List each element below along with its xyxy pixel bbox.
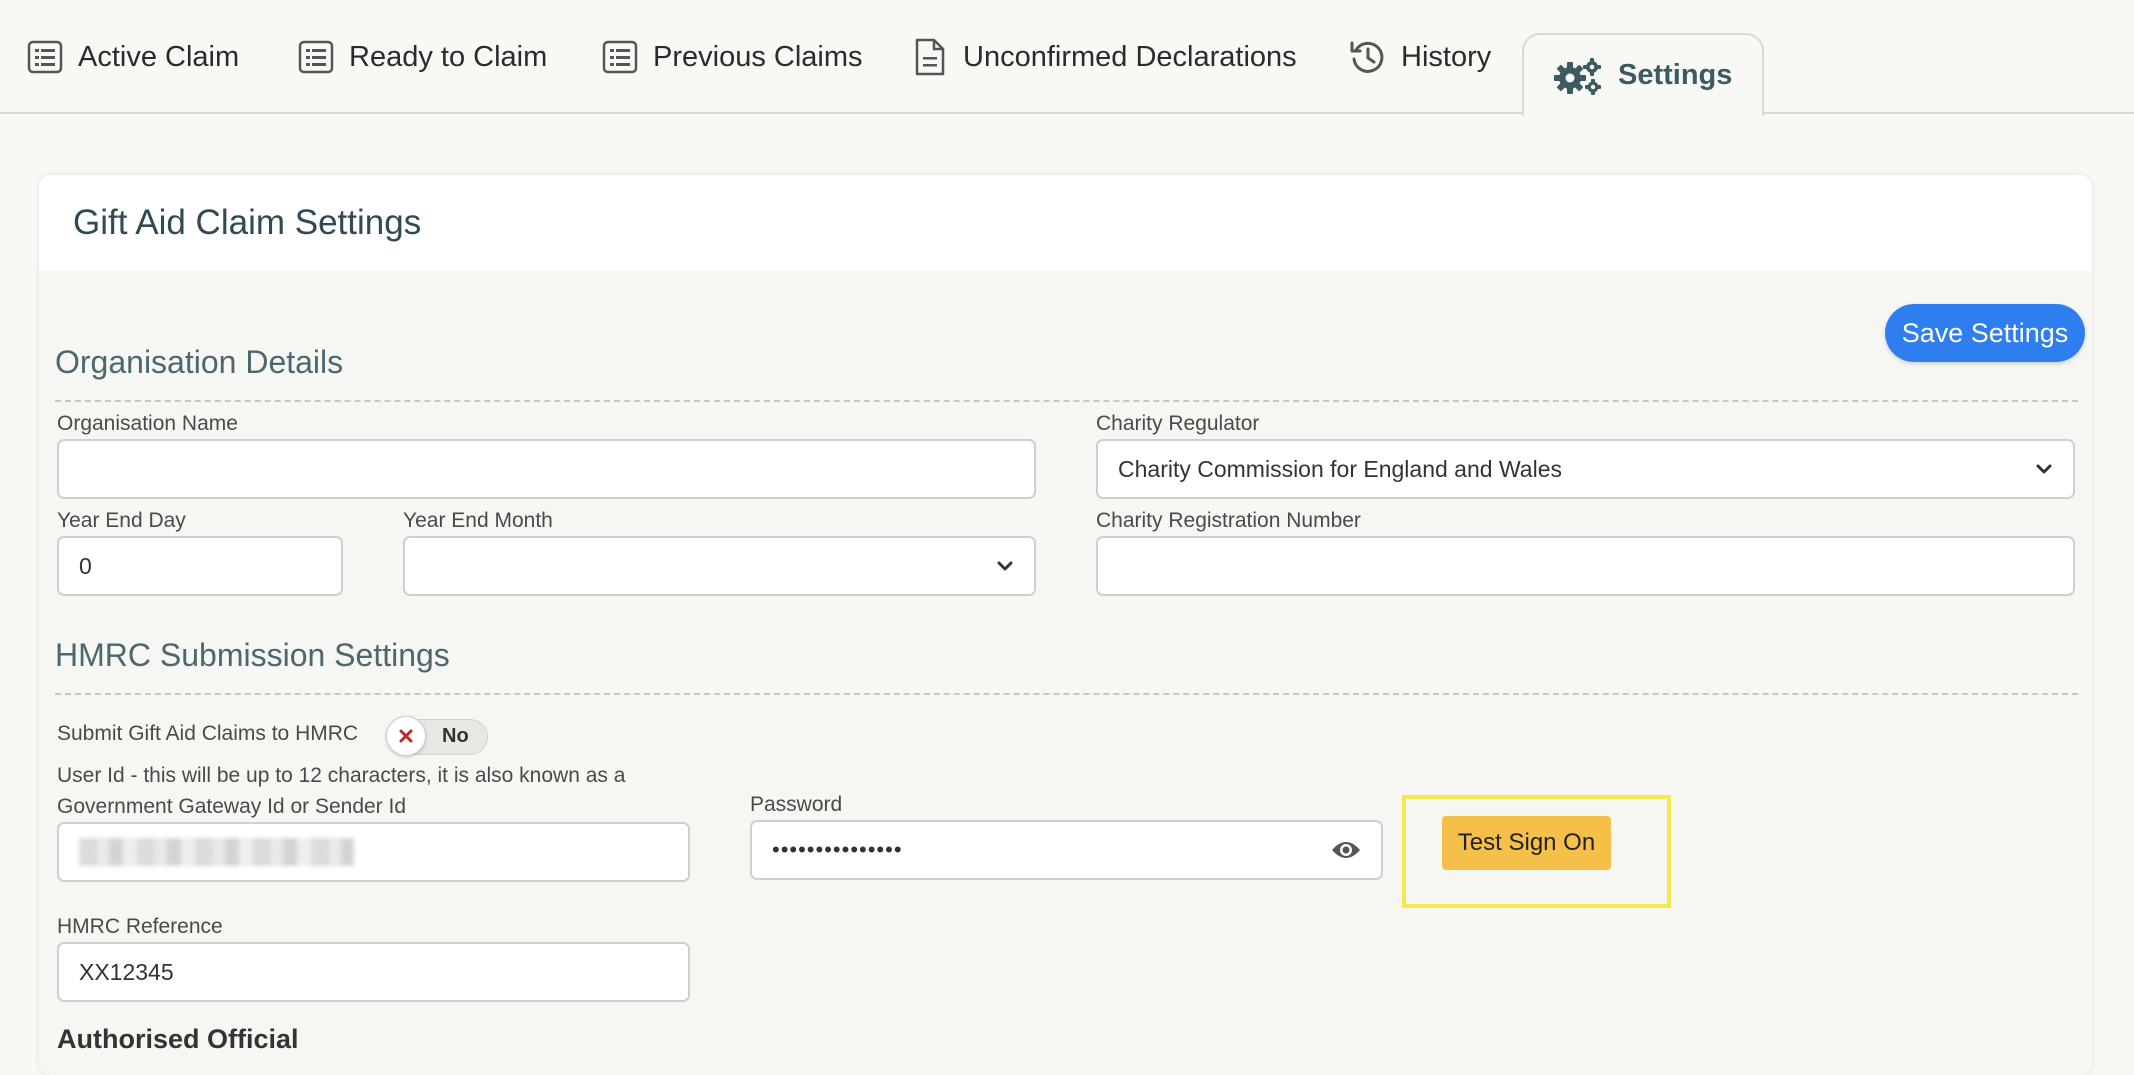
charity-regulator-label: Charity Regulator — [1096, 412, 1260, 435]
organisation-name-label: Organisation Name — [57, 412, 238, 435]
list-icon — [26, 38, 64, 76]
organisation-name-input[interactable] — [57, 439, 1036, 499]
toggle-state-text: No — [442, 725, 469, 747]
password-label: Password — [750, 793, 843, 816]
year-end-month-select[interactable] — [403, 536, 1036, 596]
page-title: Gift Aid Claim Settings — [73, 203, 422, 242]
redacted-user-id — [79, 838, 354, 866]
section-divider — [55, 400, 2078, 402]
year-end-day-label: Year End Day — [57, 509, 186, 532]
hmrc-reference-value: XX12345 — [79, 958, 174, 985]
toggle-knob — [386, 716, 426, 756]
tab-label: Previous Claims — [653, 40, 863, 73]
list-icon — [601, 38, 639, 76]
tab-bar: Active Claim Ready to Claim Previous Cla… — [0, 0, 2134, 116]
tab-label: Unconfirmed Declarations — [963, 40, 1297, 73]
submit-claims-toggle[interactable]: No — [386, 716, 488, 756]
tab-active-claim[interactable]: Active Claim — [26, 0, 239, 114]
gears-icon — [1554, 57, 1604, 95]
charity-registration-number-input[interactable] — [1096, 536, 2075, 596]
charity-regulator-value: Charity Commission for England and Wales — [1118, 455, 1562, 482]
chevron-down-icon — [996, 557, 1014, 575]
tab-ready-to-claim[interactable]: Ready to Claim — [297, 0, 547, 114]
section-title-organisation: Organisation Details — [55, 344, 344, 380]
list-icon — [297, 38, 335, 76]
tab-history[interactable]: History — [1349, 0, 1491, 114]
hmrc-reference-input[interactable]: XX12345 — [57, 942, 690, 1002]
section-divider — [55, 693, 2078, 695]
history-icon — [1349, 38, 1387, 76]
year-end-day-value: 0 — [79, 552, 92, 579]
save-settings-button[interactable]: Save Settings — [1885, 304, 2085, 362]
document-icon — [911, 38, 949, 76]
user-id-input[interactable] — [57, 822, 690, 882]
password-value: ••••••••••••••• — [772, 837, 903, 862]
settings-card: Gift Aid Claim Settings — [39, 175, 2092, 1075]
tab-settings[interactable]: Settings — [1522, 33, 1765, 116]
close-icon — [399, 729, 413, 743]
tab-label: Settings — [1618, 59, 1733, 91]
tab-label: History — [1401, 40, 1492, 73]
tab-unconfirmed-declarations[interactable]: Unconfirmed Declarations — [911, 0, 1297, 114]
tab-label: Active Claim — [78, 40, 240, 73]
user-id-label: User Id - this will be up to 12 characte… — [57, 764, 626, 818]
year-end-day-input[interactable]: 0 — [57, 536, 343, 596]
charity-regulator-select[interactable]: Charity Commission for England and Wales — [1096, 439, 2075, 499]
submit-claims-label: Submit Gift Aid Claims to HMRC — [57, 722, 359, 745]
charity-registration-number-label: Charity Registration Number — [1096, 509, 1361, 532]
password-input[interactable]: ••••••••••••••• — [750, 820, 1383, 880]
eye-icon[interactable] — [1331, 839, 1361, 861]
chevron-down-icon — [2035, 460, 2053, 478]
test-sign-on-button[interactable]: Test Sign On — [1442, 816, 1611, 870]
year-end-month-label: Year End Month — [403, 509, 553, 532]
tab-previous-claims[interactable]: Previous Claims — [601, 0, 863, 114]
card-header: Gift Aid Claim Settings — [39, 175, 2092, 271]
section-title-hmrc: HMRC Submission Settings — [55, 637, 450, 673]
tab-label: Ready to Claim — [349, 40, 548, 73]
hmrc-reference-label: HMRC Reference — [57, 915, 223, 938]
authorised-official-heading: Authorised Official — [57, 1024, 299, 1054]
